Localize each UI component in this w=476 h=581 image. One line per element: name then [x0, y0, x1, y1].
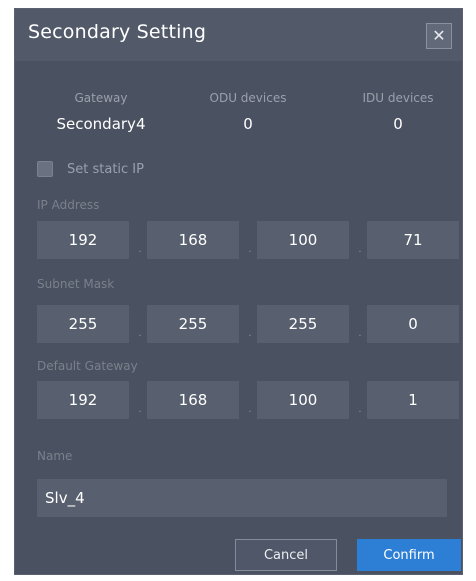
stat-value: Secondary4 [56, 115, 146, 133]
gateway-separator: . [358, 404, 362, 415]
cancel-button[interactable]: Cancel [235, 539, 337, 571]
stat-value: 0 [243, 115, 253, 133]
ip-octet-1[interactable]: 192 [37, 221, 129, 259]
confirm-button[interactable]: Confirm [357, 539, 461, 571]
close-button[interactable]: ✕ [426, 23, 452, 49]
stat-odu-devices: ODU devices 0 [178, 91, 318, 133]
subnet-separator: . [138, 328, 142, 339]
ip-octet-2[interactable]: 168 [147, 221, 239, 259]
ip-octet-4[interactable]: 71 [367, 221, 459, 259]
secondary-setting-dialog: Secondary Setting ✕ Gateway Secondary4 O… [14, 8, 463, 575]
close-icon: ✕ [432, 26, 446, 45]
static-ip-label: Set static IP [67, 161, 144, 177]
ip-separator: . [248, 244, 252, 255]
ip-address-field: 192 . 168 . 100 . 71 [37, 221, 459, 259]
dialog-header: Secondary Setting ✕ [15, 9, 462, 61]
gateway-octet-4[interactable]: 1 [367, 381, 459, 419]
subnet-mask-label: Subnet Mask [37, 277, 115, 291]
name-input[interactable]: Slv_4 [37, 479, 447, 517]
static-ip-row: Set static IP [37, 159, 144, 179]
stat-label: Gateway [74, 91, 128, 105]
name-label: Name [37, 449, 73, 463]
stat-idu-devices: IDU devices 0 [328, 91, 468, 133]
gateway-octet-1[interactable]: 192 [37, 381, 129, 419]
subnet-octet-1[interactable]: 255 [37, 305, 129, 343]
ip-separator: . [138, 244, 142, 255]
gateway-octet-3[interactable]: 100 [257, 381, 349, 419]
gateway-separator: . [138, 404, 142, 415]
subnet-separator: . [358, 328, 362, 339]
subnet-separator: . [248, 328, 252, 339]
subnet-octet-4[interactable]: 0 [367, 305, 459, 343]
stat-value: 0 [393, 115, 403, 133]
ip-separator: . [358, 244, 362, 255]
device-stats: Gateway Secondary4 ODU devices 0 IDU dev… [15, 91, 462, 147]
subnet-octet-2[interactable]: 255 [147, 305, 239, 343]
stat-gateway: Gateway Secondary4 [31, 91, 171, 133]
subnet-octet-3[interactable]: 255 [257, 305, 349, 343]
gateway-octet-2[interactable]: 168 [147, 381, 239, 419]
static-ip-checkbox[interactable] [37, 161, 53, 177]
ip-address-label: IP Address [37, 198, 100, 212]
ip-octet-3[interactable]: 100 [257, 221, 349, 259]
dialog-title: Secondary Setting [28, 21, 207, 43]
stat-label: IDU devices [362, 91, 434, 105]
default-gateway-label: Default Gateway [37, 359, 138, 373]
gateway-separator: . [248, 404, 252, 415]
default-gateway-field: 192 . 168 . 100 . 1 [37, 381, 459, 419]
stat-label: ODU devices [209, 91, 287, 105]
subnet-mask-field: 255 . 255 . 255 . 0 [37, 305, 459, 343]
